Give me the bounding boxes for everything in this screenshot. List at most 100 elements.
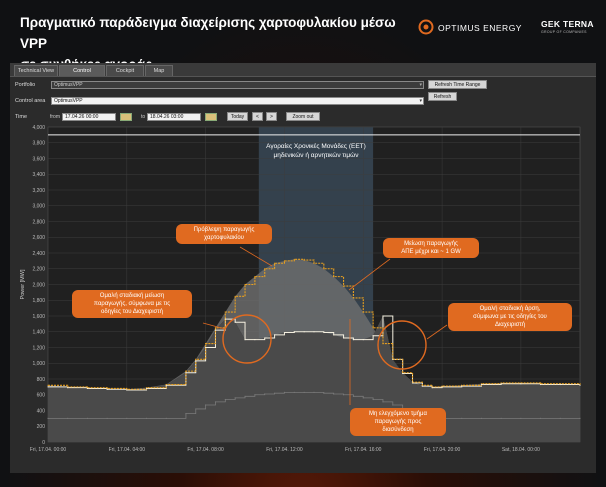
data-point-actual: [195, 360, 197, 362]
y-tick-label: 200: [37, 424, 46, 430]
y-tick-label: 3,600: [32, 156, 45, 162]
data-point-actual: [205, 346, 207, 349]
data-point-uncontrolled: [313, 391, 315, 393]
data-point-actual: [293, 331, 295, 333]
annotation-reduction-text: Μείωση παραγωγής ΑΠΕ μέχρι και ~ 1 GW: [401, 241, 461, 255]
annotation-uncontrolled: Μη ελεγχόμενο τμήμα παραγωγής προς διασύ…: [350, 408, 446, 436]
data-point-uncontrolled: [303, 391, 305, 393]
y-tick-label: 2,200: [32, 267, 45, 273]
y-tick-label: 3,400: [32, 172, 45, 178]
data-point-uncontrolled: [234, 397, 236, 399]
y-tick-label: 400: [37, 408, 46, 414]
data-point-actual: [165, 384, 167, 386]
gek-terna-logo: GEK TERNA GROUP OF COMPANIES: [541, 19, 601, 34]
data-point-uncontrolled: [67, 417, 69, 419]
data-point-forecast: [214, 327, 217, 329]
y-tick-label: 600: [37, 393, 46, 399]
x-tick-label: Fri, 17.04. 04:00: [109, 447, 146, 453]
data-point-actual: [224, 318, 226, 320]
data-point-uncontrolled: [273, 392, 276, 394]
data-point-uncontrolled: [480, 417, 483, 419]
data-point-forecast: [283, 260, 286, 262]
x-tick-label: Fri, 17.04. 12:00: [266, 447, 303, 453]
data-point-uncontrolled: [126, 417, 128, 419]
data-point-uncontrolled: [559, 417, 561, 419]
data-point-forecast: [323, 268, 325, 270]
y-tick-label: 1,600: [32, 314, 45, 320]
y-tick-label: 4,000: [32, 125, 45, 131]
data-point-forecast: [352, 297, 355, 299]
data-point-forecast: [333, 276, 335, 278]
y-tick-label: 800: [37, 377, 46, 383]
data-point-forecast: [244, 283, 246, 286]
data-point-uncontrolled: [333, 393, 335, 395]
annotation-smooth-up-text: Ομαλή σταδιακή άρση, σύμφωνα με τις οδηγ…: [473, 306, 547, 328]
data-point-actual: [372, 335, 374, 337]
data-point-forecast: [234, 295, 236, 297]
annotation-forecast: Πρόβλεψη παραγωγής χαρτοφυλακίου: [176, 224, 272, 244]
data-point-actual: [352, 339, 355, 341]
y-tick-label: 1,400: [32, 330, 45, 336]
optimus-logo-icon: [418, 19, 434, 35]
vpp-application-window: Technical View Control Cockpit Map Portf…: [10, 63, 596, 473]
data-point-uncontrolled: [106, 417, 108, 419]
data-point-uncontrolled: [244, 395, 246, 397]
data-point-uncontrolled: [500, 417, 502, 419]
data-point-uncontrolled: [205, 404, 207, 406]
data-point-uncontrolled: [86, 417, 89, 419]
data-point-actual: [500, 383, 502, 385]
data-point-actual: [579, 384, 581, 386]
data-point-uncontrolled: [254, 394, 256, 396]
data-point-uncontrolled: [264, 393, 266, 395]
data-point-uncontrolled: [323, 392, 325, 394]
data-point-actual: [421, 385, 423, 387]
data-point-actual: [362, 339, 364, 341]
data-point-actual: [264, 337, 266, 339]
data-point-uncontrolled: [362, 397, 364, 399]
data-point-actual: [520, 383, 522, 385]
data-point-actual: [283, 331, 286, 334]
data-point-actual: [254, 339, 256, 341]
data-point-forecast: [224, 311, 226, 313]
data-point-actual: [382, 315, 384, 317]
data-point-forecast: [313, 262, 315, 264]
power-chart[interactable]: 0 200 400 600 800 1,000 1,200 1,400 1,600 1,800 2,…: [10, 63, 596, 473]
data-point-uncontrolled: [579, 417, 581, 419]
data-point-actual: [313, 331, 315, 333]
data-point-actual: [559, 383, 561, 386]
data-point-uncontrolled: [224, 398, 226, 401]
y-tick-label: 0: [42, 440, 45, 446]
x-tick-label: Sat, 18.04. 00:00: [502, 447, 540, 453]
data-point-uncontrolled: [283, 391, 286, 393]
y-tick-label: 1,800: [32, 298, 45, 304]
annotation-uncontrolled-text: Μη ελεγχόμενο τμήμα παραγωγής προς διασύ…: [369, 411, 427, 433]
data-point-uncontrolled: [165, 417, 167, 419]
x-tick-label: Fri, 17.04. 08:00: [187, 447, 224, 453]
y-tick-label: 3,000: [32, 204, 45, 210]
data-point-forecast: [264, 268, 266, 270]
data-point-uncontrolled: [539, 417, 542, 419]
y-axis-label: Power [MW]: [20, 269, 26, 299]
data-point-forecast: [205, 342, 207, 345]
data-point-actual: [106, 388, 108, 390]
data-point-actual: [86, 387, 89, 390]
data-point-actual: [214, 329, 217, 331]
data-point-forecast: [382, 342, 384, 345]
data-point-actual: [234, 321, 236, 323]
y-tick-label: 2,600: [32, 235, 45, 241]
y-tick-label: 3,200: [32, 188, 45, 194]
x-tick-label: Fri, 17.04. 00:00: [30, 447, 67, 453]
data-point-uncontrolled: [195, 408, 197, 410]
data-point-uncontrolled: [352, 395, 355, 397]
data-point-uncontrolled: [185, 413, 187, 415]
eet-caption-line1: Αγοραίες Χρονικές Μονάδες (ΕΕΤ): [266, 142, 366, 150]
eet-caption-line2: μηδενικών ή αρνητικών τιμών: [273, 151, 358, 159]
y-tick-label: 1,000: [32, 361, 45, 367]
annotation-smooth-up: Ομαλή σταδιακή άρση, σύμφωνα με τις οδηγ…: [448, 303, 572, 331]
data-point-actual: [185, 372, 187, 374]
data-point-forecast: [195, 358, 197, 360]
data-point-actual: [273, 334, 276, 336]
data-point-actual: [244, 339, 246, 341]
annotation-smooth-down: Ομαλή σταδιακή μείωση παραγωγής, σύμφωνα…: [72, 290, 192, 318]
annotation-forecast-text: Πρόβλεψη παραγωγής χαρτοφυλακίου: [193, 227, 255, 241]
